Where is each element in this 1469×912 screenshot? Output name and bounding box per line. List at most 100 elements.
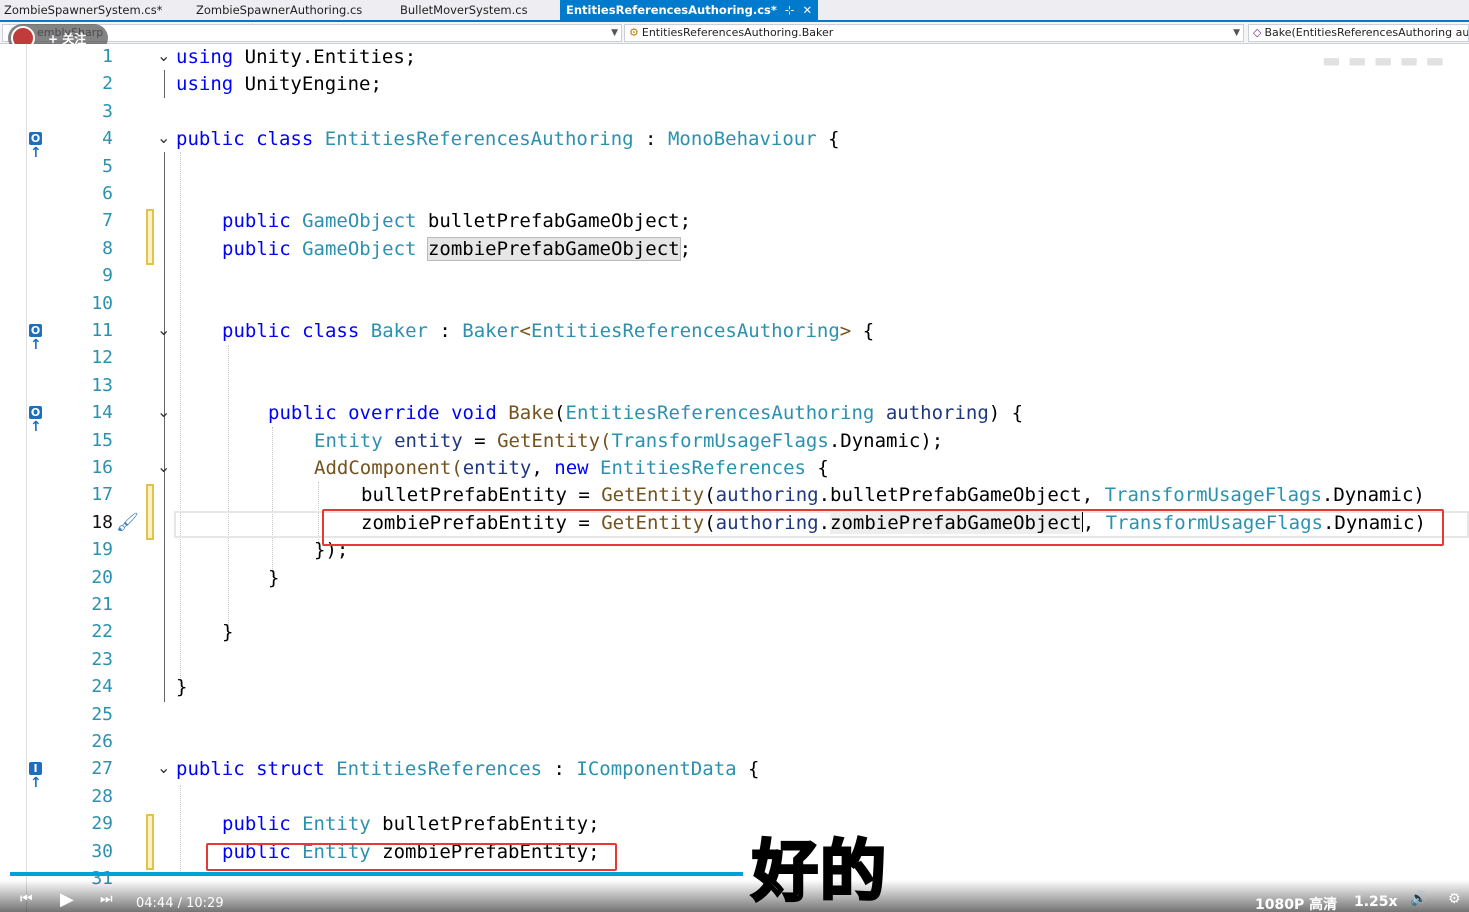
chevron-down-icon: ▼ (611, 28, 618, 38)
code-line[interactable]: 9 (0, 263, 1469, 290)
tab-entities-references-authoring[interactable]: EntitiesReferencesAuthoring.cs* ⊹ ✕ (560, 0, 819, 20)
code-text: public class EntitiesReferencesAuthoring… (176, 126, 840, 153)
quality-button[interactable]: 1080P 高清 (1255, 894, 1337, 912)
fold-chevron-icon[interactable]: ⌄ (157, 320, 170, 339)
code-line[interactable]: 24} (0, 674, 1469, 701)
code-line[interactable]: 21 (0, 592, 1469, 619)
fold-chevron-icon[interactable]: ⌄ (157, 457, 170, 476)
code-line[interactable]: 28 (0, 784, 1469, 811)
code-token: public (176, 128, 245, 151)
play-icon[interactable]: ▶ (60, 889, 74, 910)
code-line[interactable]: 15 Entity entity = GetEntity(TransformUsa… (0, 428, 1469, 455)
code-line[interactable]: 1 ⌄ using Unity.Entities; (0, 44, 1469, 71)
line-number: 24 (91, 676, 113, 698)
pin-icon[interactable]: ⊹ (785, 3, 795, 17)
code-text: using UnityEngine; (176, 71, 382, 98)
code-line[interactable]: 11 O↑ ⌄ public class Baker : Baker<Entities… (0, 318, 1469, 353)
code-token: public (268, 402, 337, 425)
code-token: TransformUsageFlags (1104, 484, 1322, 507)
code-line[interactable]: 16 ⌄ AddComponent(entity, new EntitiesRefe… (0, 455, 1469, 482)
tab-zombie-spawner-system[interactable]: ZombieSpawnerSystem.cs* (0, 0, 162, 20)
code-token: EntitiesReferences (600, 457, 806, 479)
next-icon[interactable]: ⏭ (100, 891, 113, 907)
code-token: EntitiesReferencesAuthoring (324, 128, 634, 151)
code-token: { (816, 128, 840, 151)
code-token: authoring (885, 402, 989, 425)
quick-actions-brush-icon[interactable]: 🖌 (116, 512, 139, 533)
code-line[interactable]: 14 O↑ ⌄ public override void Bake(EntitiesR… (0, 400, 1469, 435)
tab-bullet-mover-system[interactable]: BulletMoverSystem.cs (396, 0, 528, 20)
code-text: using Unity.Entities; (176, 44, 416, 71)
tab-zombie-spawner-authoring[interactable]: ZombieSpawnerAuthoring.cs (192, 0, 362, 20)
code-line[interactable]: 3 (0, 99, 1469, 126)
codelens-inheritance-icon[interactable]: O↑ (29, 132, 53, 161)
code-line[interactable]: 12 (0, 345, 1469, 372)
code-line[interactable]: 23 (0, 647, 1469, 674)
code-line[interactable]: 8 public GameObject zombiePrefabGameObjec… (0, 236, 1469, 263)
code-line[interactable]: 27 I↑ ⌄ public struct EntitiesReferences : … (0, 756, 1469, 791)
method-icon: ◇ (1253, 26, 1262, 39)
code-token: bulletPrefabEntity (361, 484, 567, 507)
code-token: class (302, 320, 360, 342)
code-line[interactable]: 22} (0, 619, 1469, 646)
codelens-inheritance-icon[interactable]: I↑ (29, 762, 53, 791)
codelens-inheritance-icon[interactable]: O↑ (29, 324, 53, 353)
member-dropdown[interactable]: ◇Bake(EntitiesReferencesAuthoring author… (1248, 24, 1469, 42)
code-line[interactable]: 20} (0, 565, 1469, 592)
code-token: } (268, 566, 280, 589)
code-line[interactable]: 4 O↑ ⌄ public class EntitiesReferencesAutho… (0, 126, 1469, 161)
code-token: < (519, 320, 531, 342)
code-line[interactable]: 6 (0, 181, 1469, 208)
speed-button[interactable]: 1.25x (1354, 894, 1398, 910)
code-token: using (176, 46, 234, 68)
code-text: Entity entity = GetEntity(TransformUsage… (314, 428, 943, 455)
code-token: } (222, 621, 234, 644)
code-token: ( (600, 429, 612, 452)
settings-gear-icon[interactable]: ⚙ (1448, 891, 1461, 907)
code-token: .Dynamic (828, 429, 921, 452)
fold-chevron-icon[interactable]: ⌄ (157, 758, 170, 777)
code-token: public (222, 320, 291, 342)
code-line[interactable]: 13 (0, 373, 1469, 400)
code-line[interactable]: 7 public GameObject bulletPrefabGameObjec… (0, 208, 1469, 235)
code-line[interactable]: 26 (0, 729, 1469, 756)
previous-icon[interactable]: ⏮ (20, 891, 33, 907)
code-text: public struct EntitiesReferences : IComp… (176, 756, 759, 783)
codelens-inheritance-icon[interactable]: O↑ (29, 406, 53, 435)
code-line[interactable]: 29 public Entity bulletPrefabEntity; (0, 811, 1469, 838)
volume-icon[interactable]: 🔊 (1410, 891, 1427, 907)
code-line[interactable]: 5 (0, 154, 1469, 181)
code-token: Baker (370, 320, 428, 342)
fold-chevron-icon[interactable]: ⌄ (157, 46, 170, 65)
code-line[interactable]: 10 (0, 291, 1469, 318)
line-number: 23 (91, 648, 113, 670)
line-number: 6 (102, 183, 113, 204)
class-name: EntitiesReferencesAuthoring.Baker (641, 26, 834, 39)
code-line[interactable]: 25 (0, 702, 1469, 729)
code-token: ); (920, 429, 944, 452)
code-token: GameObject (302, 210, 417, 233)
line-number: 1 (102, 46, 113, 67)
code-token: authoring (715, 484, 819, 507)
fold-chevron-icon[interactable]: ⌄ (157, 128, 170, 147)
code-token: = (566, 484, 602, 507)
code-token: , (531, 457, 555, 479)
line-number: 27 (91, 758, 113, 780)
code-text: public GameObject bulletPrefabGameObject… (222, 208, 691, 235)
fold-chevron-icon[interactable]: ⌄ (157, 402, 170, 421)
tab-label: ZombieSpawnerSystem.cs* (4, 3, 163, 17)
current-time: 04:44 (136, 896, 174, 911)
code-line[interactable]: 2 using UnityEngine; (0, 71, 1469, 98)
close-icon[interactable]: ✕ (803, 3, 813, 17)
line-number: 21 (91, 594, 113, 615)
class-dropdown[interactable]: ⚙ EntitiesReferencesAuthoring.Baker ▼ (624, 24, 1244, 42)
line-number: 20 (91, 566, 113, 588)
code-line[interactable]: 17 bulletPrefabEntity = GetEntity(authori… (0, 482, 1469, 509)
document-tab-strip: ZombieSpawnerSystem.cs* ZombieSpawnerAut… (0, 0, 1469, 22)
code-text: bulletPrefabEntity = GetEntity(authoring… (361, 482, 1425, 509)
